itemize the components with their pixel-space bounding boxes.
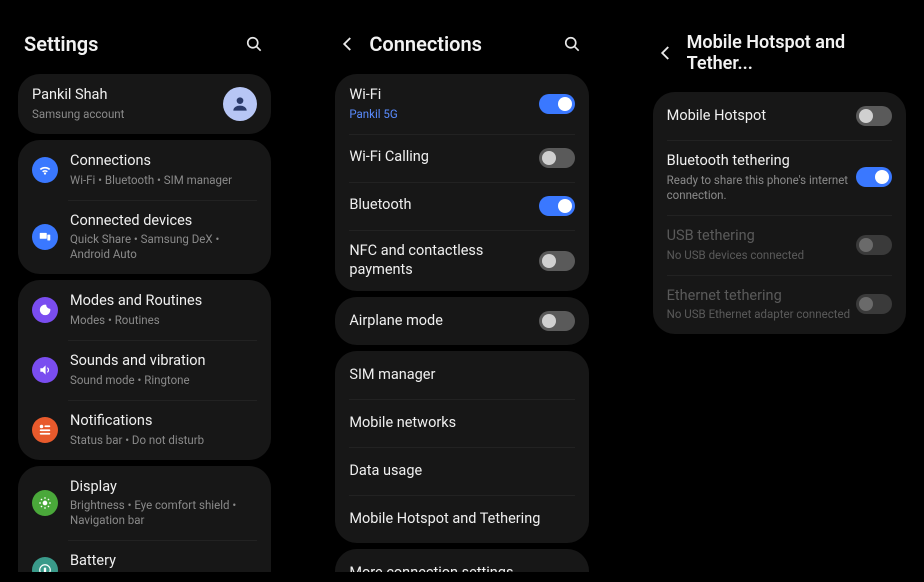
tethering-row: USB tethering No USB devices connected <box>653 215 906 275</box>
row-label: Mobile Hotspot and Tethering <box>349 510 574 529</box>
row-sub: Brightness • Eye comfort shield • Naviga… <box>70 498 257 528</box>
settings-screen: Settings Pankil Shah Samsung account Con… <box>10 10 279 572</box>
back-icon[interactable] <box>337 33 359 55</box>
row-sub: Pankil 5G <box>349 107 538 122</box>
row-label: Sounds and vibration <box>70 352 257 371</box>
row-label: Airplane mode <box>349 312 538 331</box>
connections-row[interactable]: Mobile Hotspot and Tethering <box>335 495 588 543</box>
row-label: Data usage <box>349 462 574 481</box>
connections-row[interactable]: Wi-Fi Calling <box>335 134 588 182</box>
tethering-row[interactable]: Mobile Hotspot <box>653 92 906 140</box>
settings-group: Modes and Routines Modes • Routines Sounds… <box>18 280 271 459</box>
connections-row[interactable]: Data usage <box>335 447 588 495</box>
row-sub: Quick Share • Samsung DeX • Android Auto <box>70 232 257 262</box>
row-label: Display <box>70 478 257 497</box>
row-label: SIM manager <box>349 366 574 385</box>
hotspot-header: Mobile Hotspot and Tether... <box>645 10 914 86</box>
toggle[interactable] <box>856 294 892 314</box>
row-sub: Sound mode • Ringtone <box>70 373 257 388</box>
sound-icon <box>32 357 58 383</box>
row-sub: Wi-Fi • Bluetooth • SIM manager <box>70 173 257 188</box>
connections-row[interactable]: Airplane mode <box>335 297 588 345</box>
connections-group: SIM manager Mobile networks Data usage Mobi… <box>335 351 588 543</box>
toggle[interactable] <box>539 94 575 114</box>
row-label: Mobile Hotspot <box>667 107 856 126</box>
wifi-icon <box>32 157 58 183</box>
row-label: Notifications <box>70 412 257 431</box>
modes-icon <box>32 297 58 323</box>
connections-header: Connections <box>327 10 596 68</box>
row-label: USB tethering <box>667 227 856 246</box>
settings-row[interactable]: Sounds and vibration Sound mode • Rington… <box>18 340 271 400</box>
row-label: Wi-Fi Calling <box>349 148 538 167</box>
settings-row[interactable]: Notifications Status bar • Do not disturb <box>18 400 271 460</box>
row-label: Connected devices <box>70 212 257 231</box>
row-label: NFC and contactless payments <box>349 242 538 280</box>
row-label: Modes and Routines <box>70 292 257 311</box>
display-icon <box>32 490 58 516</box>
search-icon[interactable] <box>561 33 583 55</box>
toggle[interactable] <box>856 167 892 187</box>
row-label: Ethernet tethering <box>667 287 856 306</box>
connections-group: More connection settings <box>335 549 588 572</box>
settings-row[interactable]: Connections Wi-Fi • Bluetooth • SIM manag… <box>18 140 271 200</box>
battery-icon <box>32 557 58 572</box>
row-sub: No USB devices connected <box>667 248 856 263</box>
account-subtitle: Samsung account <box>32 107 223 122</box>
settings-row[interactable]: Modes and Routines Modes • Routines <box>18 280 271 340</box>
connections-group: Wi-Fi Pankil 5G Wi-Fi Calling Bluetooth NFC … <box>335 74 588 291</box>
row-label: Bluetooth tethering <box>667 152 856 171</box>
connections-row[interactable]: NFC and contactless payments <box>335 230 588 292</box>
toggle[interactable] <box>539 148 575 168</box>
toggle[interactable] <box>539 311 575 331</box>
avatar-icon <box>223 87 257 121</box>
row-label: Bluetooth <box>349 196 538 215</box>
row-sub: Modes • Routines <box>70 313 257 328</box>
connections-row[interactable]: More connection settings <box>335 549 588 572</box>
settings-header: Settings <box>10 10 279 68</box>
back-icon[interactable] <box>655 42 677 64</box>
toggle[interactable] <box>539 196 575 216</box>
toggle[interactable] <box>539 251 575 271</box>
page-title: Settings <box>24 32 233 56</box>
notif-icon <box>32 417 58 443</box>
row-label: Battery <box>70 552 257 571</box>
hotspot-card: Mobile Hotspot Bluetooth tethering Ready t… <box>653 92 906 334</box>
settings-group: DisplayBrightness • Eye comfort shield •… <box>18 466 271 572</box>
search-icon[interactable] <box>243 33 265 55</box>
account-card[interactable]: Pankil Shah Samsung account <box>18 74 271 134</box>
toggle[interactable] <box>856 235 892 255</box>
settings-row[interactable]: BatteryPower saving mode • Charging <box>18 540 271 572</box>
tethering-row[interactable]: Bluetooth tethering Ready to share this p… <box>653 140 906 215</box>
connections-row[interactable]: SIM manager <box>335 351 588 399</box>
tethering-row: Ethernet tetheringNo USB Ethernet adapte… <box>653 275 906 335</box>
row-label: Mobile networks <box>349 414 574 433</box>
account-name: Pankil Shah <box>32 86 223 105</box>
settings-group: Connections Wi-Fi • Bluetooth • SIM manag… <box>18 140 271 275</box>
settings-row[interactable]: DisplayBrightness • Eye comfort shield •… <box>18 466 271 541</box>
connections-screen: Connections Wi-Fi Pankil 5G Wi-Fi Calling B… <box>327 10 596 572</box>
page-title: Mobile Hotspot and Tether... <box>687 32 900 74</box>
connections-row[interactable]: Bluetooth <box>335 182 588 230</box>
page-title: Connections <box>369 32 550 56</box>
row-sub: Ready to share this phone's internet con… <box>667 173 856 203</box>
settings-row[interactable]: Connected devicesQuick Share • Samsung D… <box>18 200 271 275</box>
connections-group: Airplane mode <box>335 297 588 345</box>
row-label: Wi-Fi <box>349 86 538 105</box>
connections-row[interactable]: Mobile networks <box>335 399 588 447</box>
row-sub: No USB Ethernet adapter connected <box>667 307 856 322</box>
row-label: Connections <box>70 152 257 171</box>
devices-icon <box>32 224 58 250</box>
row-sub: Status bar • Do not disturb <box>70 433 257 448</box>
hotspot-screen: Mobile Hotspot and Tether... Mobile Hots… <box>645 10 914 572</box>
toggle[interactable] <box>856 106 892 126</box>
connections-row[interactable]: Wi-Fi Pankil 5G <box>335 74 588 134</box>
row-label: More connection settings <box>349 564 574 572</box>
